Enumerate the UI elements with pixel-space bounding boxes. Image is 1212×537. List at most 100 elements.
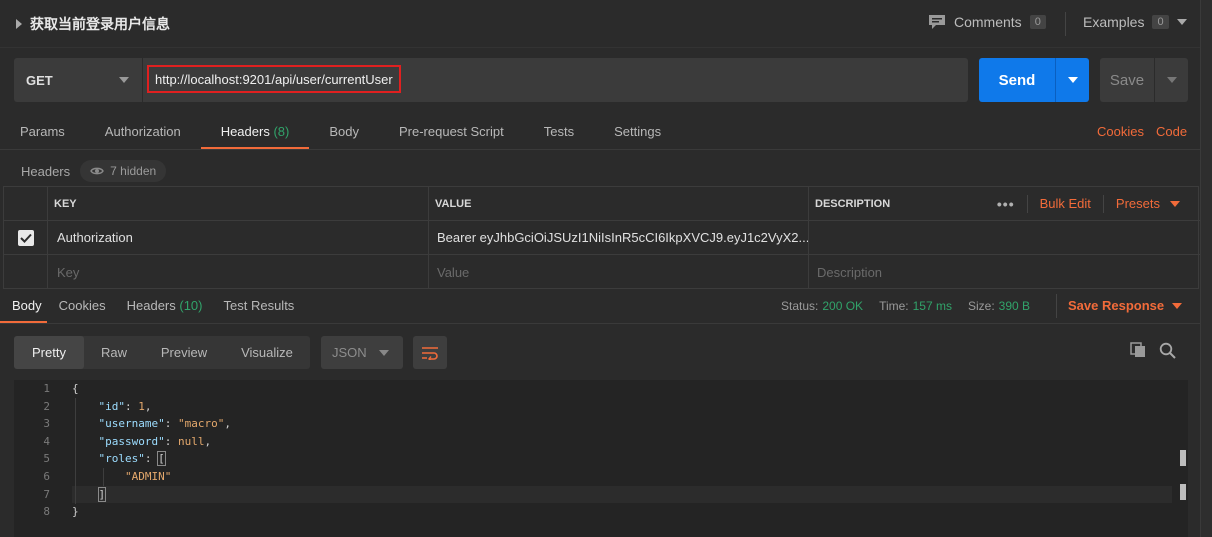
wrap-lines-button[interactable] xyxy=(413,336,447,369)
method-value: GET xyxy=(26,72,53,88)
save-options-button[interactable] xyxy=(1154,58,1188,102)
description-placeholder: Description xyxy=(817,264,883,280)
json-open-bracket: [ xyxy=(157,451,166,466)
send-options-button[interactable] xyxy=(1055,58,1089,102)
chevron-down-icon xyxy=(379,350,389,356)
tab-label: Params xyxy=(20,124,65,139)
row-checkbox-cell xyxy=(4,221,47,254)
page-scrollbar[interactable] xyxy=(1200,0,1212,537)
response-status: Status: 200 OK Time: 157 ms Size: 390 B xyxy=(781,299,1042,313)
code-line: "password": null, xyxy=(98,435,212,448)
tab-params[interactable]: Params xyxy=(0,116,85,150)
copy-icon[interactable] xyxy=(1130,342,1146,361)
save-button[interactable]: Save xyxy=(1100,58,1188,102)
new-description-input[interactable]: Description xyxy=(808,255,1200,289)
response-body-editor[interactable]: 1 2 3 4 5 6 7 8 { "id": 1, "username": "… xyxy=(14,380,1188,537)
header-key-cell[interactable]: Authorization xyxy=(47,221,428,254)
presets-dropdown[interactable]: Presets xyxy=(1116,196,1180,211)
value-placeholder: Value xyxy=(437,264,470,280)
tab-count: (10) xyxy=(179,298,203,313)
table-header-row: KEY VALUE DESCRIPTION ••• Bulk Edit Pres… xyxy=(4,187,1200,221)
view-mode-tabs: Pretty Raw Preview Visualize xyxy=(14,336,310,369)
code-link[interactable]: Code xyxy=(1156,124,1187,139)
save-label: Save xyxy=(1109,71,1145,89)
method-select[interactable]: GET xyxy=(14,58,142,102)
save-response-label: Save Response xyxy=(1068,298,1165,313)
language-value: JSON xyxy=(332,345,367,360)
examples-dropdown[interactable]: Examples 0 xyxy=(1083,14,1187,30)
cookies-link[interactable]: Cookies xyxy=(1097,124,1144,139)
view-mode-visualize[interactable]: Visualize xyxy=(224,336,310,369)
topbar-divider xyxy=(1065,12,1066,36)
json-key: "username" xyxy=(98,417,165,430)
tab-authorization[interactable]: Authorization xyxy=(85,116,201,150)
json-key: "roles" xyxy=(98,452,145,465)
header-description-cell[interactable] xyxy=(808,221,1200,254)
more-options-icon[interactable]: ••• xyxy=(997,196,1015,212)
chevron-down-icon xyxy=(1176,19,1187,25)
tab-label: Pre-request Script xyxy=(398,124,504,139)
line-number: 8 xyxy=(43,505,50,518)
status-value: 200 OK xyxy=(822,299,864,313)
json-number: 1 xyxy=(138,400,145,413)
code-line: } xyxy=(72,505,79,518)
chevron-down-icon xyxy=(1170,200,1180,207)
json-string: "macro" xyxy=(177,417,225,430)
search-icon[interactable] xyxy=(1159,342,1176,362)
tab-response-headers[interactable]: Headers (10) xyxy=(115,290,212,324)
chevron-down-icon xyxy=(1166,77,1177,83)
expand-arrow-icon[interactable] xyxy=(16,19,22,29)
header-enabled-checkbox[interactable] xyxy=(17,229,34,246)
tab-pre-request-script[interactable]: Pre-request Script xyxy=(379,116,524,150)
headers-section-label: Headers xyxy=(21,163,71,179)
line-number: 7 xyxy=(43,488,50,501)
chevron-down-icon xyxy=(119,77,129,83)
tab-count: (8) xyxy=(273,124,290,139)
request-tabs: Params Authorization Headers (8) Body Pr… xyxy=(0,116,681,150)
json-string: "ADMIN" xyxy=(124,470,172,483)
bulk-edit-link[interactable]: Bulk Edit xyxy=(1040,196,1091,211)
line-number: 5 xyxy=(43,452,50,465)
view-mode-pretty[interactable]: Pretty xyxy=(14,336,84,369)
divider xyxy=(0,149,1200,150)
view-mode-preview[interactable]: Preview xyxy=(144,336,224,369)
request-title[interactable]: 获取当前登录用户信息 xyxy=(16,14,170,34)
comments-label: Comments xyxy=(954,14,1022,30)
hidden-headers-toggle[interactable]: 7 hidden xyxy=(80,160,167,182)
code-line: "roles": [ xyxy=(98,451,166,466)
tab-label: Authorization xyxy=(104,124,181,139)
new-key-input[interactable]: Key xyxy=(47,255,428,289)
editor-scrollbar-marker[interactable] xyxy=(1180,450,1186,466)
tab-tests[interactable]: Tests xyxy=(524,116,594,150)
time-value: 157 ms xyxy=(912,299,952,313)
tab-test-results[interactable]: Test Results xyxy=(212,290,304,324)
save-response-dropdown[interactable]: Save Response xyxy=(1068,298,1183,313)
tab-label: Settings xyxy=(614,124,662,139)
headers-meta: Headers 7 hidden xyxy=(21,160,167,182)
tab-label: Test Results xyxy=(223,298,295,313)
json-null: null xyxy=(177,435,205,448)
tab-body[interactable]: Body xyxy=(309,116,379,150)
json-close-bracket: ] xyxy=(97,487,107,502)
divider xyxy=(1026,194,1028,213)
editor-scrollbar-marker[interactable] xyxy=(1180,484,1186,500)
tab-response-cookies[interactable]: Cookies xyxy=(47,290,115,324)
tab-headers[interactable]: Headers (8) xyxy=(200,116,310,150)
send-label: Send xyxy=(998,71,1036,89)
line-number: 6 xyxy=(43,470,50,483)
table-row-new: Key Value Description xyxy=(4,255,1200,289)
header-value-cell[interactable]: Bearer eyJhbGciOiJSUzI1NiIsInR5cCI6IkpXV… xyxy=(428,221,808,254)
tab-response-body[interactable]: Body xyxy=(0,290,47,324)
view-mode-raw[interactable]: Raw xyxy=(84,336,144,369)
language-select[interactable]: JSON xyxy=(321,336,403,369)
tab-settings[interactable]: Settings xyxy=(594,116,681,150)
json-key: "password" xyxy=(98,435,165,448)
send-button[interactable]: Send xyxy=(979,58,1089,102)
url-value-highlighted[interactable]: http://localhost:9201/api/user/currentUs… xyxy=(147,65,401,93)
new-value-input[interactable]: Value xyxy=(428,255,808,289)
tab-label: Cookies xyxy=(58,298,106,313)
response-tabs: Body Cookies Headers (10) Test Results xyxy=(0,290,303,324)
checkmark-icon xyxy=(19,233,32,243)
eye-icon xyxy=(90,167,104,175)
comments-button[interactable]: Comments 0 xyxy=(928,14,1046,30)
